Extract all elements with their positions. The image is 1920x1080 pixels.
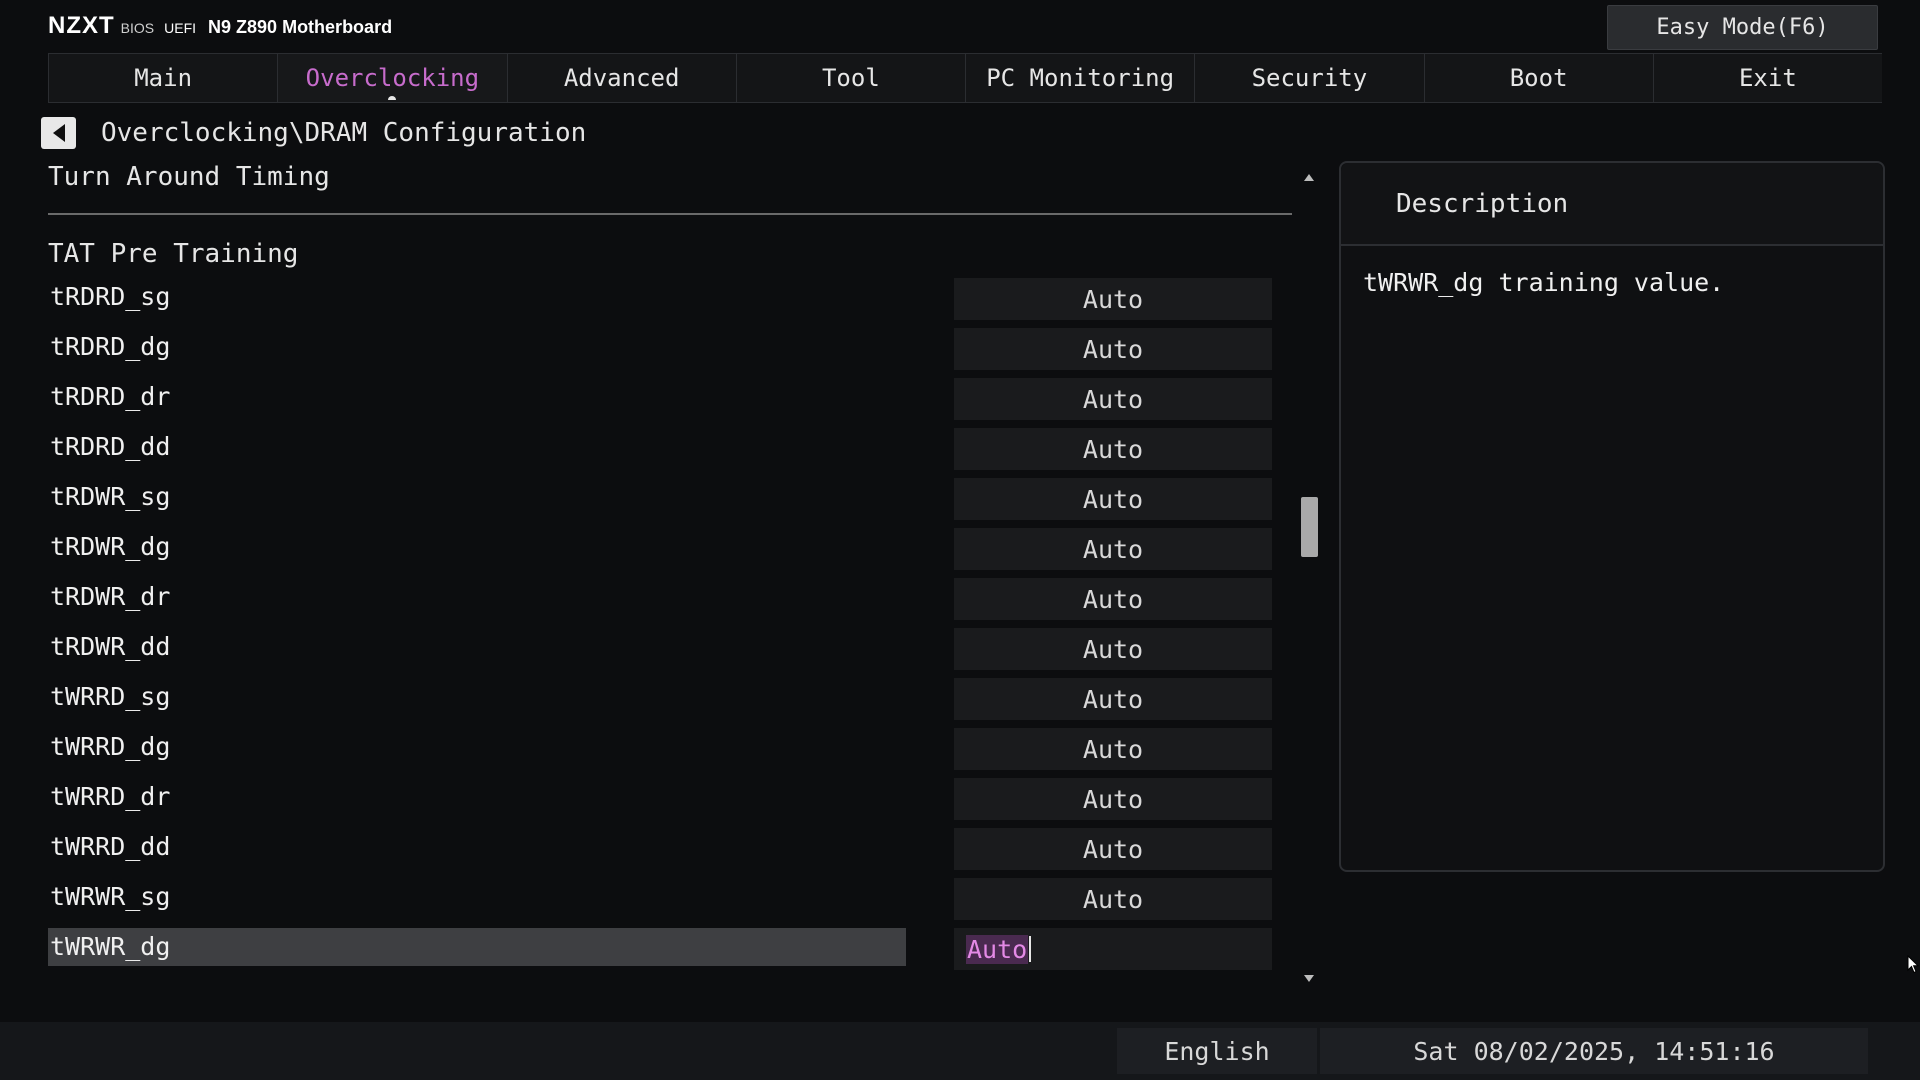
- section-title: Turn Around Timing: [48, 162, 330, 192]
- setting-row-twrwr-dg[interactable]: tWRWR_dg Auto: [48, 928, 1272, 970]
- setting-label: tWRRD_dd: [50, 832, 171, 861]
- setting-label: tWRRD_dg: [50, 732, 171, 761]
- nzxt-logo: NZXT: [48, 12, 115, 39]
- tab-overclocking[interactable]: Overclocking: [277, 54, 507, 102]
- setting-value[interactable]: Auto: [954, 378, 1272, 420]
- setting-value[interactable]: Auto: [954, 278, 1272, 320]
- setting-value[interactable]: Auto: [954, 728, 1272, 770]
- settings-scrollbar[interactable]: [1299, 170, 1319, 984]
- uefi-label: UEFI: [164, 20, 197, 36]
- tab-security[interactable]: Security: [1194, 54, 1424, 102]
- setting-row-twrrd-dr[interactable]: tWRRD_dr Auto: [48, 778, 1272, 820]
- setting-label: tRDWR_dg: [50, 532, 171, 561]
- setting-row-twrrd-dd[interactable]: tWRRD_dd Auto: [48, 828, 1272, 870]
- setting-row-trdwr-dg[interactable]: tRDWR_dg Auto: [48, 528, 1272, 570]
- setting-label: tWRWR_sg: [50, 882, 171, 911]
- tab-exit[interactable]: Exit: [1652, 54, 1882, 102]
- scroll-thumb[interactable]: [1301, 497, 1318, 557]
- setting-row-trdwr-dd[interactable]: tRDWR_dd Auto: [48, 628, 1272, 670]
- easy-mode-button[interactable]: Easy Mode(F6): [1607, 5, 1878, 50]
- setting-row-trdrd-sg[interactable]: tRDRD_sg Auto: [48, 278, 1272, 320]
- tab-tool[interactable]: Tool: [735, 54, 965, 102]
- bios-label: BIOS: [120, 20, 155, 36]
- setting-row-trdwr-dr[interactable]: tRDWR_dr Auto: [48, 578, 1272, 620]
- section-divider: [48, 213, 1292, 215]
- setting-label: tRDWR_dd: [50, 632, 171, 661]
- setting-value[interactable]: Auto: [954, 828, 1272, 870]
- main-tabs: Main Overclocking Advanced Tool PC Monit…: [48, 53, 1882, 103]
- setting-value[interactable]: Auto: [954, 628, 1272, 670]
- sub-section-title: TAT Pre Training: [48, 239, 299, 269]
- setting-value-input[interactable]: Auto: [954, 928, 1272, 970]
- setting-row-trdwr-sg[interactable]: tRDWR_sg Auto: [48, 478, 1272, 520]
- language-selector[interactable]: English: [1117, 1028, 1317, 1074]
- setting-label: tWRWR_dg: [48, 928, 906, 966]
- text-caret: [1029, 936, 1032, 962]
- mouse-cursor-icon: [1907, 955, 1919, 974]
- setting-value[interactable]: Auto: [954, 778, 1272, 820]
- setting-label: tWRRD_sg: [50, 682, 171, 711]
- description-title: Description: [1341, 163, 1883, 246]
- tab-advanced[interactable]: Advanced: [506, 54, 736, 102]
- breadcrumb: Overclocking\DRAM Configuration: [101, 118, 587, 148]
- scroll-up-arrow-icon[interactable]: [1304, 174, 1314, 181]
- setting-label: tRDRD_dg: [50, 332, 171, 361]
- motherboard-model: N9 Z890 Motherboard: [208, 17, 393, 37]
- setting-value[interactable]: Auto: [954, 478, 1272, 520]
- setting-row-trdrd-dg[interactable]: tRDRD_dg Auto: [48, 328, 1272, 370]
- setting-label: tRDWR_sg: [50, 482, 171, 511]
- tab-pc-monitoring[interactable]: PC Monitoring: [965, 54, 1195, 102]
- bios-screen: NZXT BIOS UEFI N9 Z890 Motherboard Easy …: [0, 0, 1920, 1080]
- setting-label: tRDRD_dd: [50, 432, 171, 461]
- setting-label: tRDRD_sg: [50, 282, 171, 311]
- setting-value[interactable]: Auto: [954, 428, 1272, 470]
- setting-label: tRDRD_dr: [50, 382, 171, 411]
- setting-row-trdrd-dd[interactable]: tRDRD_dd Auto: [48, 428, 1272, 470]
- setting-label: tWRRD_dr: [50, 782, 171, 811]
- back-button[interactable]: [41, 117, 76, 149]
- setting-row-twrrd-dg[interactable]: tWRRD_dg Auto: [48, 728, 1272, 770]
- tab-main[interactable]: Main: [48, 54, 278, 102]
- description-panel: Description tWRWR_dg training value.: [1339, 161, 1885, 872]
- setting-value[interactable]: Auto: [954, 678, 1272, 720]
- setting-value[interactable]: Auto: [954, 578, 1272, 620]
- date-time-display: Sat 08/02/2025, 14:51:16: [1320, 1028, 1868, 1074]
- setting-value[interactable]: Auto: [954, 878, 1272, 920]
- setting-value[interactable]: Auto: [954, 528, 1272, 570]
- setting-row-twrwr-sg[interactable]: tWRWR_sg Auto: [48, 878, 1272, 920]
- description-text: tWRWR_dg training value.: [1363, 268, 1725, 297]
- setting-row-trdrd-dr[interactable]: tRDRD_dr Auto: [48, 378, 1272, 420]
- setting-label: tRDWR_dr: [50, 582, 171, 611]
- setting-row-twrrd-sg[interactable]: tWRRD_sg Auto: [48, 678, 1272, 720]
- back-arrow-icon: [52, 124, 65, 142]
- setting-value[interactable]: Auto: [954, 328, 1272, 370]
- tab-boot[interactable]: Boot: [1423, 54, 1653, 102]
- status-footer: English Sat 08/02/2025, 14:51:16: [0, 1022, 1920, 1080]
- scroll-down-arrow-icon[interactable]: [1304, 975, 1314, 982]
- brand-header: NZXT BIOS UEFI N9 Z890 Motherboard: [48, 12, 392, 42]
